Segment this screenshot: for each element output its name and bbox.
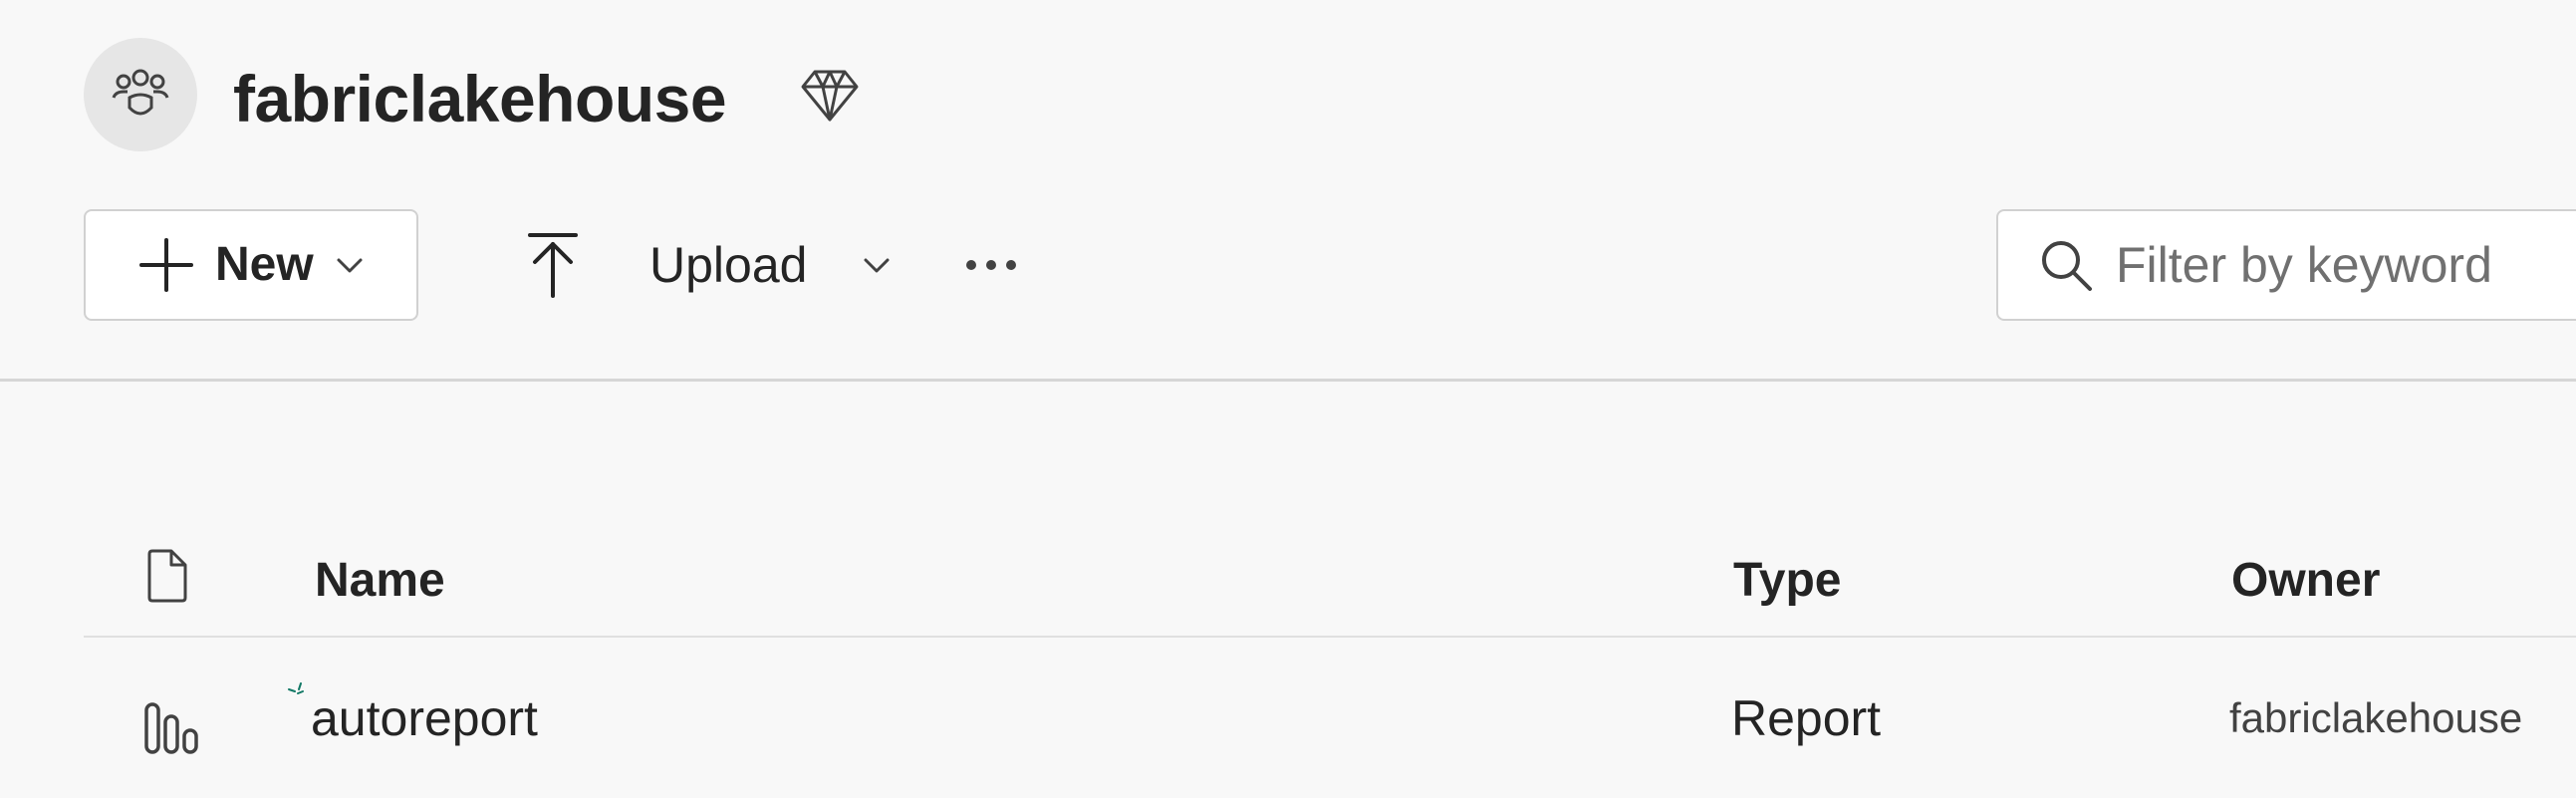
upload-icon	[518, 230, 588, 300]
ellipsis-icon	[966, 260, 1016, 270]
row-type: Report	[1731, 690, 1882, 746]
workspace-avatar	[84, 38, 197, 151]
row-owner: fabriclakehouse	[2229, 694, 2523, 741]
new-item-spark-icon	[287, 681, 307, 701]
search-icon	[2038, 237, 2094, 293]
workspace-group-icon	[112, 69, 169, 116]
chevron-down-icon	[334, 249, 366, 281]
column-header-type[interactable]: Type	[1733, 536, 1841, 626]
column-header-name[interactable]: Name	[315, 536, 445, 626]
row-name-link[interactable]: autoreport	[311, 683, 538, 753]
filter-search-box[interactable]	[1996, 209, 2576, 321]
new-button-label: New	[215, 238, 314, 291]
diamond-icon	[797, 66, 863, 126]
toolbar-divider	[0, 379, 2576, 382]
report-bar-chart-icon	[143, 699, 199, 755]
plus-icon	[137, 236, 195, 294]
upload-button-label: Upload	[649, 237, 808, 293]
column-header-owner[interactable]: Owner	[2231, 536, 2380, 626]
more-options-button[interactable]	[956, 235, 1026, 295]
filter-input[interactable]	[2116, 236, 2576, 294]
workspace-title: fabriclakehouse	[233, 62, 727, 135]
new-button[interactable]: New	[84, 209, 418, 321]
upload-button[interactable]: Upload	[518, 221, 893, 309]
table-row[interactable]: autoreport Report fabriclakehouse	[84, 638, 2576, 798]
table-header-row: Name Type Owner	[84, 518, 2576, 638]
file-type-column-icon[interactable]	[145, 548, 189, 604]
chevron-down-icon	[861, 249, 893, 281]
